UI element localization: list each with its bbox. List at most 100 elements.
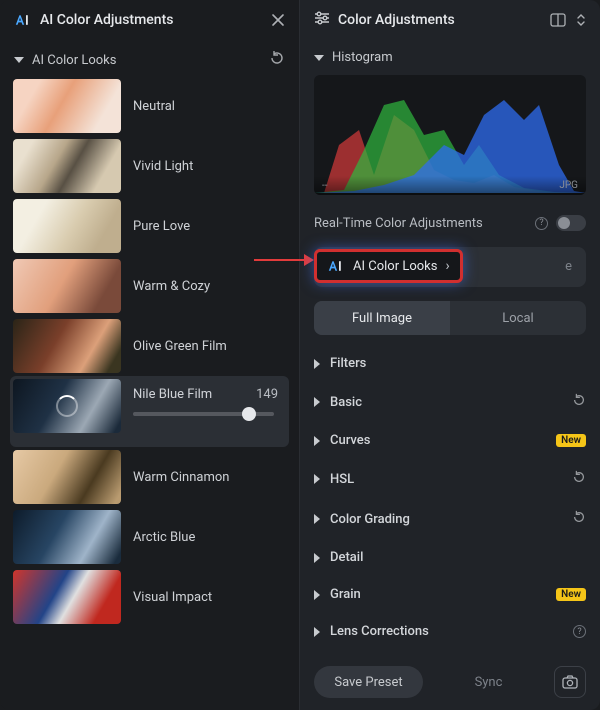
ai-color-looks-callout-button[interactable]: AI Color Looks › — [314, 249, 463, 283]
annotation-arrow — [254, 259, 312, 261]
reset-icon[interactable] — [269, 50, 285, 70]
look-label: Pure Love — [133, 219, 286, 234]
callout-label: AI Color Looks — [353, 259, 437, 274]
ai-logo-icon — [14, 13, 32, 27]
histogram-section-header[interactable]: Histogram — [300, 40, 600, 71]
look-item-arctic-blue[interactable]: Arctic Blue — [10, 507, 289, 567]
ai-color-looks-section-header[interactable]: AI Color Looks — [0, 40, 299, 76]
chevron-down-icon — [314, 55, 324, 61]
section-label: HSL — [330, 472, 562, 487]
right-panel-header: Color Adjustments — [300, 0, 600, 40]
left-panel-header: AI Color Adjustments — [0, 0, 299, 40]
section-grain[interactable]: Grain New — [300, 576, 600, 613]
look-item-pure-love[interactable]: Pure Love — [10, 196, 289, 256]
color-adjustments-panel: Color Adjustments Histogram -- JPG — [300, 0, 600, 710]
info-icon[interactable]: ? — [535, 217, 548, 230]
chevron-right-icon — [314, 590, 320, 600]
look-thumbnail — [13, 510, 121, 564]
chevron-right-icon — [314, 553, 320, 563]
look-item-nile-blue-film[interactable]: Nile Blue Film 149 — [10, 376, 289, 447]
chevron-right-icon — [314, 627, 320, 637]
look-thumbnail — [13, 199, 121, 253]
look-thumbnail — [13, 139, 121, 193]
ai-logo-icon — [327, 259, 345, 273]
look-item-vivid-light[interactable]: Vivid Light — [10, 136, 289, 196]
new-badge: New — [556, 434, 586, 447]
section-label: AI Color Looks — [32, 53, 261, 68]
look-label: Arctic Blue — [133, 530, 286, 545]
look-label: Neutral — [133, 99, 286, 114]
look-item-visual-impact[interactable]: Visual Impact — [10, 567, 289, 627]
section-label: Lens Corrections — [330, 624, 563, 639]
sync-button[interactable]: Sync — [433, 666, 544, 698]
close-icon[interactable] — [271, 13, 285, 27]
reset-icon[interactable] — [572, 470, 586, 488]
sliders-icon — [314, 11, 330, 29]
chevron-right-icon — [314, 514, 320, 524]
section-label: Color Grading — [330, 512, 562, 527]
look-label: Warm & Cozy — [133, 279, 286, 294]
chevron-right-icon — [314, 436, 320, 446]
ai-color-adjustments-panel: AI Color Adjustments AI Color Looks Neut… — [0, 0, 300, 710]
section-color-grading[interactable]: Color Grading — [300, 499, 600, 539]
look-thumbnail — [13, 450, 121, 504]
callout-bg-suffix: e — [565, 259, 572, 274]
section-hsl[interactable]: HSL — [300, 459, 600, 499]
look-thumbnail — [13, 379, 121, 433]
chevron-down-icon — [14, 57, 24, 63]
look-item-neutral[interactable]: Neutral — [10, 76, 289, 136]
section-basic[interactable]: Basic — [300, 382, 600, 422]
realtime-toggle[interactable] — [556, 215, 586, 231]
save-preset-button[interactable]: Save Preset — [314, 666, 423, 698]
look-label: Vivid Light — [133, 159, 286, 174]
look-item-warm-cinnamon[interactable]: Warm Cinnamon — [10, 447, 289, 507]
look-label: Warm Cinnamon — [133, 470, 286, 485]
chevron-right-icon — [314, 474, 320, 484]
reset-icon[interactable] — [572, 393, 586, 411]
section-label: Grain — [330, 587, 546, 602]
chevron-right-icon — [314, 397, 320, 407]
look-thumbnail — [13, 570, 121, 624]
new-badge: New — [556, 588, 586, 601]
section-label: Filters — [330, 356, 586, 371]
section-label: Curves — [330, 433, 546, 448]
look-label: Nile Blue Film — [133, 387, 212, 402]
right-panel-title: Color Adjustments — [338, 12, 455, 28]
ai-look-list: Neutral Vivid Light Pure Love Warm & Coz… — [0, 76, 299, 637]
footer-actions: Save Preset Sync — [300, 656, 600, 710]
chevron-right-icon — [314, 359, 320, 369]
ai-color-looks-callout-area: e AI Color Looks › — [314, 247, 586, 287]
adjustments-list: Filters Basic Curves New HSL Color Gradi… — [300, 345, 600, 656]
histogram-format-badge: JPG — [559, 180, 578, 191]
look-label: Visual Impact — [133, 590, 286, 605]
tab-local[interactable]: Local — [450, 301, 586, 335]
compare-icon[interactable] — [550, 13, 566, 27]
left-panel-title: AI Color Adjustments — [40, 12, 173, 28]
section-label: Basic — [330, 395, 562, 410]
camera-button[interactable] — [554, 666, 586, 698]
section-detail[interactable]: Detail — [300, 539, 600, 576]
look-item-olive-green-film[interactable]: Olive Green Film — [10, 316, 289, 376]
section-curves[interactable]: Curves New — [300, 422, 600, 459]
chevron-right-icon: › — [445, 258, 449, 274]
scope-segmented-control: Full Image Local — [314, 301, 586, 335]
look-thumbnail — [13, 79, 121, 133]
section-label: Histogram — [332, 50, 586, 65]
section-lens-corrections[interactable]: Lens Corrections ? — [300, 613, 600, 650]
look-thumbnail — [13, 319, 121, 373]
look-thumbnail — [13, 259, 121, 313]
look-item-warm-cozy[interactable]: Warm & Cozy — [10, 256, 289, 316]
look-intensity-value: 149 — [256, 387, 278, 402]
info-icon[interactable]: ? — [573, 625, 586, 638]
slider-knob[interactable] — [242, 407, 256, 421]
section-filters[interactable]: Filters — [300, 345, 600, 382]
realtime-label: Real-Time Color Adjustments — [314, 216, 527, 231]
loading-spinner-icon — [56, 395, 78, 417]
tab-full-image[interactable]: Full Image — [314, 301, 450, 335]
expand-icon[interactable] — [576, 13, 586, 27]
look-label: Olive Green Film — [133, 339, 286, 354]
realtime-row: Real-Time Color Adjustments ? — [300, 205, 600, 241]
look-intensity-slider[interactable] — [133, 412, 274, 416]
reset-icon[interactable] — [572, 510, 586, 528]
histogram-display: -- JPG — [314, 75, 586, 195]
